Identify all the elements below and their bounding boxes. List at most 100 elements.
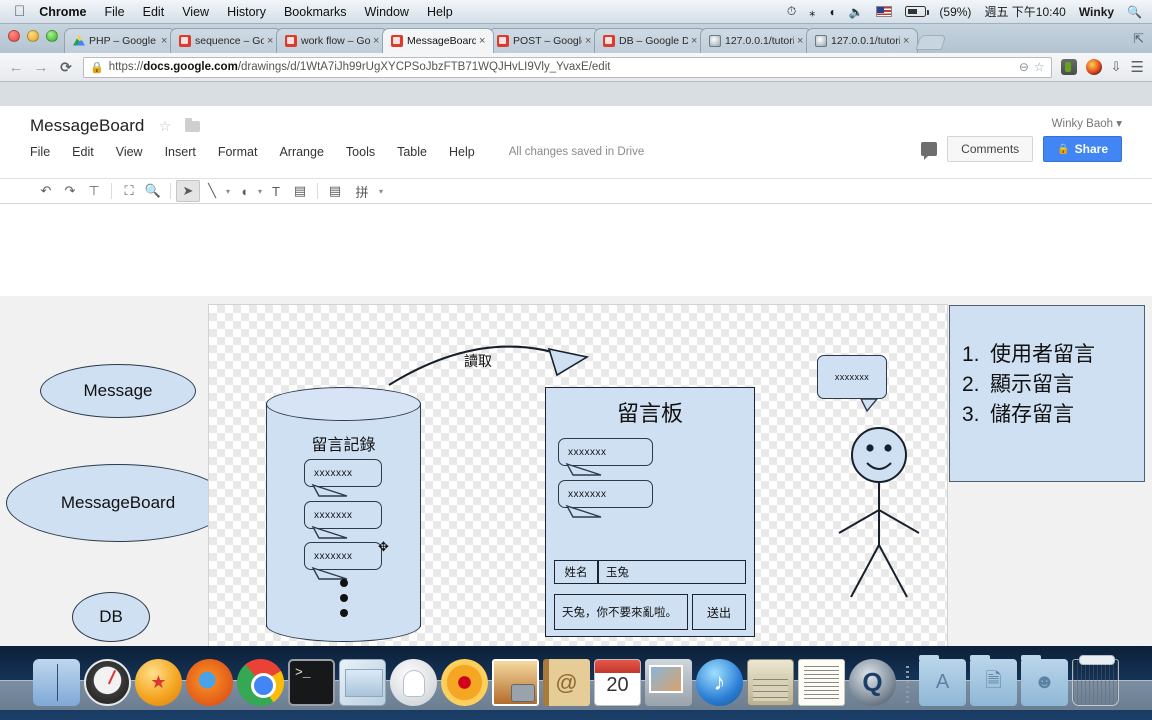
bookmark-star-icon[interactable]: ☆ [1029, 60, 1045, 74]
chrome-menu-icon[interactable]: ☰ [1131, 58, 1144, 76]
text-box-icon[interactable]: T [264, 180, 288, 202]
download-icon[interactable]: ⇩ [1111, 59, 1122, 75]
dock-textedit-icon[interactable] [798, 659, 845, 706]
app-menu-table[interactable]: Table [397, 145, 427, 159]
search-icon[interactable]: 🔍 [1127, 5, 1142, 19]
dock-address-book-icon[interactable] [543, 659, 590, 706]
requirements-note[interactable]: 1. 使用者留言 2. 顯示留言 3. 儲存留言 [949, 305, 1145, 482]
comment-icon[interactable] [921, 142, 938, 160]
entity-messageboard[interactable]: MessageBoard [6, 464, 230, 542]
close-window-button[interactable] [8, 30, 20, 42]
close-icon[interactable]: × [903, 35, 913, 47]
menu-chrome[interactable]: Chrome [39, 5, 86, 19]
fullscreen-icon[interactable]: ⇱ [1133, 31, 1144, 47]
minimize-window-button[interactable] [27, 30, 39, 42]
user-actor[interactable]: xxxxxxx [809, 355, 939, 655]
name-input[interactable]: 玉兔 [598, 560, 746, 584]
browser-tab[interactable]: 127.0.0.1/tutori × [700, 28, 812, 53]
browser-tab[interactable]: work flow – Goo × [276, 28, 388, 53]
new-tab-button[interactable] [915, 35, 947, 50]
forward-icon[interactable]: → [33, 59, 49, 76]
dock-virtualbox-icon[interactable] [339, 659, 386, 706]
clock[interactable]: 週五 下午10:40 [984, 3, 1065, 20]
dock-ghost-app-icon[interactable] [390, 659, 437, 706]
browser-tab-active[interactable]: MessageBoard × [382, 28, 494, 53]
app-menu-insert[interactable]: Insert [165, 145, 196, 159]
color-wheel-extension-icon[interactable] [1085, 59, 1102, 75]
dock-terminal-icon[interactable] [288, 659, 335, 706]
db-message-bubble[interactable]: xxxxxxx [304, 501, 382, 539]
time-machine-icon[interactable]: ⏱ [787, 4, 796, 19]
app-menu-edit[interactable]: Edit [72, 145, 94, 159]
text-color-icon[interactable]: ▤ [323, 180, 347, 202]
dock-applications-folder-icon[interactable]: A [919, 655, 966, 706]
app-menu-arrange[interactable]: Arrange [279, 145, 323, 159]
entity-db[interactable]: DB [72, 592, 150, 642]
bluetooth-icon[interactable]: ⁎ [809, 5, 815, 19]
app-menu-tools[interactable]: Tools [346, 145, 375, 159]
chevron-down-icon[interactable]: ▾ [224, 187, 232, 196]
chevron-down-icon[interactable]: ▾ [256, 187, 264, 196]
user-name[interactable]: Winky [1079, 5, 1114, 19]
us-flag-icon[interactable] [876, 6, 893, 17]
ime-icon[interactable]: 拼 [347, 180, 377, 202]
dock-google-chrome-icon[interactable] [237, 659, 284, 706]
folder-icon[interactable] [184, 117, 200, 132]
message-input[interactable]: 天兔，你不要來亂啦。 [554, 594, 688, 630]
browser-tab[interactable]: sequence – Goo × [170, 28, 282, 53]
menu-edit[interactable]: Edit [143, 5, 165, 19]
db-message-bubble[interactable]: xxxxxxx [304, 459, 382, 497]
share-button[interactable]: 🔒 Share [1043, 136, 1122, 162]
insert-image-icon[interactable]: ▤ [288, 180, 312, 202]
dock-itunes-icon[interactable] [696, 659, 743, 706]
database-cylinder[interactable]: 留言記錄 xxxxxxx xxxxxxx xxxxxxx ✥ [266, 387, 421, 642]
app-menu-format[interactable]: Format [218, 145, 258, 159]
star-icon[interactable]: ☆ [159, 118, 172, 135]
zoom-out-icon[interactable]: ⊖ [1013, 60, 1029, 74]
dock-documents-folder-icon[interactable]: 🗎 [970, 655, 1017, 706]
paint-format-icon[interactable]: ⊤ [82, 180, 106, 202]
back-icon[interactable]: ← [8, 59, 24, 76]
dock-iphoto-icon[interactable] [645, 659, 692, 706]
entity-message[interactable]: Message [40, 364, 196, 418]
submit-button[interactable]: 送出 [692, 594, 746, 630]
app-menu-file[interactable]: File [30, 145, 50, 159]
battery-icon[interactable] [905, 6, 929, 17]
menu-file[interactable]: File [104, 5, 124, 19]
menu-history[interactable]: History [227, 5, 266, 19]
wifi-icon[interactable]: ◖ [828, 5, 835, 19]
dock-firefox-icon[interactable] [186, 659, 233, 706]
menu-bookmarks[interactable]: Bookmarks [284, 5, 347, 19]
volume-icon[interactable]: 🔈 [848, 5, 863, 19]
redo-icon[interactable]: ↷ [58, 180, 82, 202]
app-menu-view[interactable]: View [116, 145, 143, 159]
browser-tab[interactable]: POST – Google D × [488, 28, 600, 53]
browser-tab[interactable]: PHP – Google Dr × [64, 28, 176, 53]
dock-image-capture-icon[interactable] [492, 659, 539, 706]
browser-tab[interactable]: 127.0.0.1/tutori × [806, 28, 918, 53]
apple-icon[interactable]:  [14, 4, 25, 19]
dock-downloads-folder-icon[interactable]: ☻ [1021, 655, 1068, 706]
dock-trash-icon[interactable] [1072, 655, 1119, 706]
comments-button[interactable]: Comments [947, 136, 1034, 162]
menu-help[interactable]: Help [427, 5, 453, 19]
dock-dashboard-icon[interactable] [84, 659, 131, 706]
dock-quicktime-icon[interactable] [849, 659, 896, 706]
account-name[interactable]: Winky Baoh ▾ [1052, 116, 1122, 130]
dock-mamp-icon[interactable] [441, 659, 488, 706]
line-tool-icon[interactable]: ╲ [200, 180, 224, 202]
maximize-window-button[interactable] [46, 30, 58, 42]
messageboard-panel[interactable]: 留言板 xxxxxxx xxxxxxx 姓名 玉兔 天兔，你不要來亂啦。 送出 [545, 387, 755, 637]
reload-icon[interactable]: ⟳ [58, 59, 74, 76]
db-message-bubble[interactable]: xxxxxxx [304, 542, 382, 580]
page-title[interactable]: MessageBoard [30, 116, 144, 136]
zoom-icon[interactable]: 🔍 [141, 180, 165, 202]
select-tool-icon[interactable]: ➤ [176, 180, 200, 202]
browser-tab[interactable]: DB – Google Dri × [594, 28, 706, 53]
chevron-down-icon[interactable]: ▾ [377, 187, 385, 196]
undo-icon[interactable]: ↶ [34, 180, 58, 202]
dock-ical-icon[interactable] [594, 659, 641, 706]
address-bar[interactable]: 🔒 https:// docs.google.com /drawings/d/1… [83, 56, 1052, 78]
dock-launcher-orange-icon[interactable] [135, 659, 182, 706]
dock-calculator-icon[interactable] [747, 659, 794, 706]
